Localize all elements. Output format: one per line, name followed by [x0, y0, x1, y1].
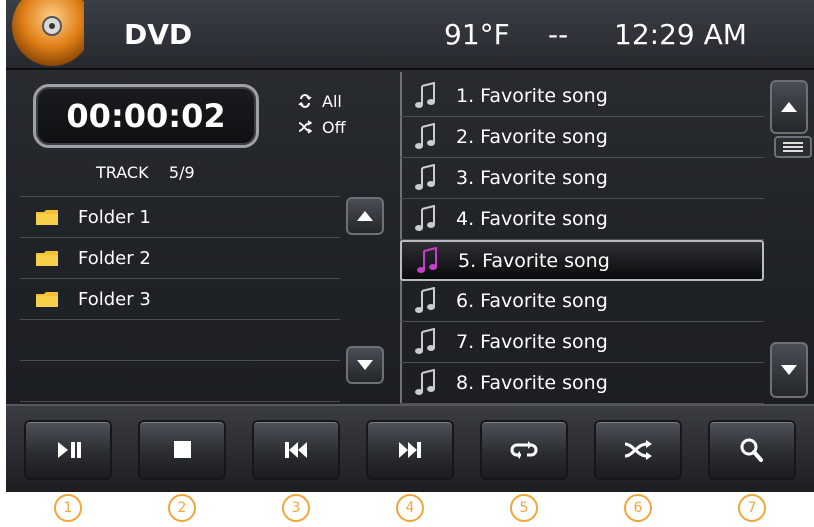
- folder-label: Folder 2: [78, 247, 151, 269]
- callout-4: 4: [396, 494, 424, 522]
- music-note-icon: [415, 287, 435, 313]
- temperature-readout: 91°F: [444, 18, 510, 51]
- folder-item-empty: [20, 361, 340, 402]
- folder-scroll-down-button[interactable]: [346, 346, 384, 384]
- song-label: 6. Favorite song: [456, 290, 608, 312]
- stop-icon: [174, 441, 191, 458]
- callout-3: 3: [282, 494, 310, 522]
- top-bar: DVD 91°F -- 12:29 AM: [6, 0, 814, 70]
- folder-item[interactable]: Folder 1: [20, 197, 340, 238]
- previous-button[interactable]: [252, 420, 340, 480]
- app-title: DVD: [124, 18, 193, 51]
- song-label: 2. Favorite song: [456, 126, 608, 148]
- song-item[interactable]: 3. Favorite song: [400, 158, 764, 199]
- song-scroll-down-button[interactable]: [770, 342, 808, 398]
- folder-list: Folder 1 Folder 2 Folder 3: [20, 196, 340, 402]
- next-button[interactable]: [366, 420, 454, 480]
- folder-scroll-up-button[interactable]: [346, 197, 384, 235]
- search-icon: [740, 438, 763, 462]
- search-button[interactable]: [708, 420, 796, 480]
- folder-icon: [36, 291, 58, 307]
- play-modes: All Off: [298, 88, 346, 140]
- arrow-down-icon: [781, 365, 797, 375]
- next-icon: [399, 442, 421, 458]
- music-note-icon: [415, 82, 435, 108]
- song-label: 3. Favorite song: [456, 167, 608, 189]
- folder-item-empty: [20, 320, 340, 361]
- repeat-mode-label: All: [322, 91, 342, 111]
- folder-icon: [36, 250, 58, 266]
- song-item-selected[interactable]: 5. Favorite song: [400, 240, 764, 281]
- folder-label: Folder 1: [78, 206, 151, 228]
- song-label: 8. Favorite song: [456, 372, 608, 394]
- clock: 12:29 AM: [614, 18, 747, 51]
- song-scroll-up-button[interactable]: [770, 80, 808, 134]
- track-value: 5/9: [168, 163, 195, 182]
- callout-6: 6: [624, 494, 652, 522]
- shuffle-mode: Off: [298, 114, 346, 140]
- folder-icon: [36, 209, 58, 225]
- track-label: TRACK: [96, 163, 149, 182]
- song-item[interactable]: 2. Favorite song: [400, 117, 764, 158]
- folder-item[interactable]: Folder 2: [20, 238, 340, 279]
- shuffle-small-icon: [298, 120, 312, 134]
- shuffle-icon: [624, 440, 652, 460]
- dvd-player-screen: DVD 91°F -- 12:29 AM 00:00:02 All Off TR…: [6, 0, 814, 492]
- song-item[interactable]: 1. Favorite song: [400, 76, 764, 117]
- previous-icon: [285, 442, 307, 458]
- music-note-icon: [415, 369, 435, 395]
- song-label: 7. Favorite song: [456, 331, 608, 353]
- song-item[interactable]: 8. Favorite song: [400, 363, 764, 404]
- arrow-down-icon: [357, 360, 373, 370]
- music-note-icon: [415, 205, 435, 231]
- menu-lines-icon: [783, 142, 803, 152]
- song-list: 1. Favorite song 2. Favorite song 3. Fav…: [400, 76, 764, 404]
- shuffle-button[interactable]: [594, 420, 682, 480]
- song-label: 1. Favorite song: [456, 85, 608, 107]
- callout-7: 7: [738, 494, 766, 522]
- music-note-icon: [415, 164, 435, 190]
- folder-item[interactable]: Folder 3: [20, 279, 340, 320]
- song-label: 5. Favorite song: [458, 249, 610, 272]
- arrow-up-icon: [781, 102, 797, 112]
- header-separator: --: [548, 18, 569, 51]
- arrow-up-icon: [357, 211, 373, 221]
- music-note-icon: [415, 123, 435, 149]
- callout-5: 5: [510, 494, 538, 522]
- callout-1: 1: [54, 494, 82, 522]
- song-item[interactable]: 4. Favorite song: [400, 199, 764, 240]
- track-indicator: TRACK 5/9: [96, 163, 195, 182]
- repeat-button[interactable]: [480, 420, 568, 480]
- dvd-disc-icon: [12, 0, 84, 66]
- music-note-icon: [417, 246, 437, 273]
- play-pause-icon: [58, 442, 81, 458]
- elapsed-time-display: 00:00:02: [33, 84, 259, 148]
- folder-label: Folder 3: [78, 288, 151, 310]
- stop-button[interactable]: [138, 420, 226, 480]
- song-item[interactable]: 7. Favorite song: [400, 322, 764, 363]
- repeat-small-icon: [298, 94, 312, 108]
- repeat-icon: [510, 441, 538, 459]
- song-scroll-thumb[interactable]: [774, 136, 812, 158]
- control-bar: [6, 404, 814, 492]
- repeat-mode: All: [298, 88, 346, 114]
- shuffle-mode-label: Off: [322, 117, 346, 137]
- play-pause-button[interactable]: [24, 420, 112, 480]
- callout-2: 2: [168, 494, 196, 522]
- song-label: 4. Favorite song: [456, 208, 608, 230]
- song-item[interactable]: 6. Favorite song: [400, 281, 764, 322]
- music-note-icon: [415, 328, 435, 354]
